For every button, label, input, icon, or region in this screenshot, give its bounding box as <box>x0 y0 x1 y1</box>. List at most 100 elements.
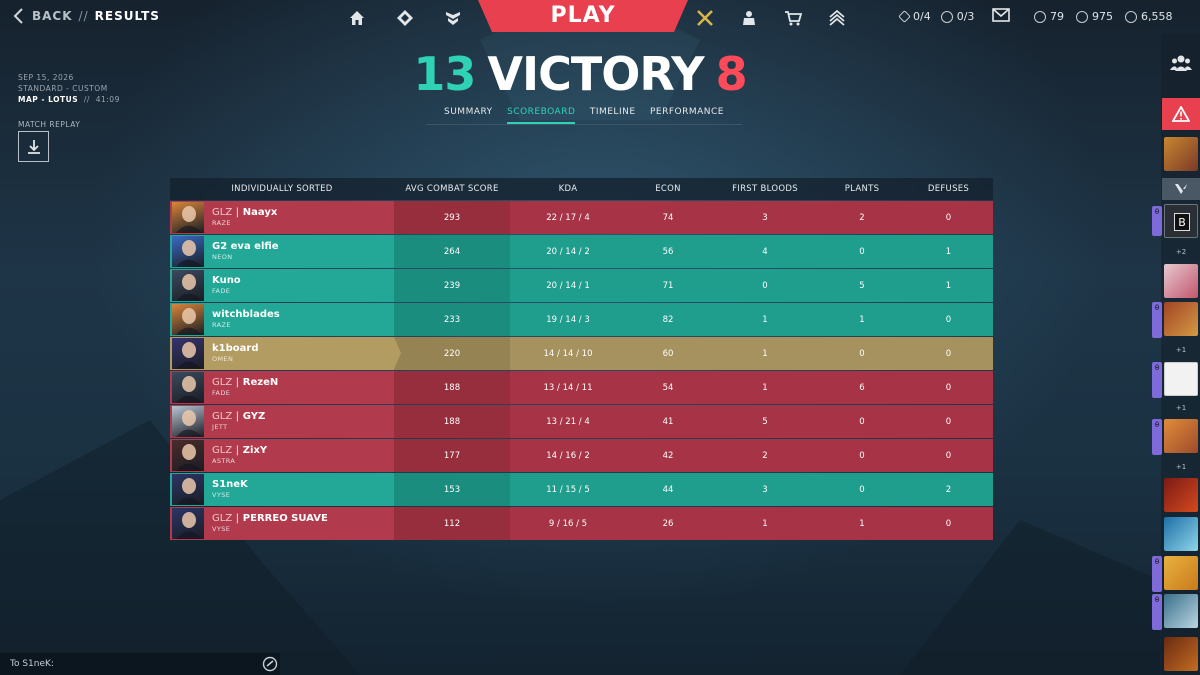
self-indicator <box>394 337 401 369</box>
mail-icon[interactable] <box>992 8 1010 22</box>
friend-avatar[interactable] <box>1164 556 1198 590</box>
player-team-tag: GLZ <box>212 411 233 422</box>
tab-performance[interactable]: PERFORMANCE <box>650 107 724 124</box>
rank-icon[interactable] <box>820 6 854 30</box>
tab-scoreboard[interactable]: SCOREBOARD <box>507 107 576 124</box>
home-icon[interactable] <box>340 6 374 30</box>
tab-timeline[interactable]: TIMELINE <box>590 107 636 124</box>
chat-input[interactable]: To S1neK: <box>0 653 280 675</box>
battlepass-icon[interactable] <box>688 6 722 30</box>
player-cell: GLZ | GYZ JETT <box>170 405 394 438</box>
defuses-value: 1 <box>945 246 952 257</box>
header-plants[interactable]: PLANTS <box>820 184 904 194</box>
plants-value: 1 <box>859 314 865 325</box>
warning-button[interactable] <box>1162 98 1200 130</box>
friend-avatar[interactable] <box>1164 302 1198 336</box>
player-cell: GLZ | Naayx RAZE <box>170 201 394 234</box>
download-replay-button[interactable] <box>18 131 49 162</box>
plus-circle-icon <box>940 10 953 23</box>
agent-name: RAZE <box>212 321 231 329</box>
acs-value: 188 <box>394 371 510 404</box>
player-name-line: witchblades <box>212 309 280 321</box>
player-info: GLZ | Naayx RAZE <box>212 207 277 228</box>
player-name: Kuno <box>212 275 241 286</box>
collection-icon[interactable] <box>436 6 470 30</box>
friend-avatar[interactable] <box>1164 594 1198 628</box>
play-button[interactable]: PLAY <box>478 0 688 34</box>
player-name: Naayx <box>242 207 278 218</box>
match-result: VICTORY <box>487 47 704 101</box>
agent-portrait <box>172 202 204 233</box>
friends-button[interactable] <box>1162 44 1200 82</box>
kda-value: 14 / 14 / 10 <box>543 348 593 359</box>
header-econ[interactable]: ECON <box>626 184 710 194</box>
result-tabs: SUMMARY SCOREBOARD TIMELINE PERFORMANCE <box>426 107 742 125</box>
player-name-line: GLZ | PERREO SUAVE <box>212 513 328 525</box>
plants-value: 0 <box>859 348 865 359</box>
agent-portrait <box>172 270 204 301</box>
rp-balance: 975 <box>1076 10 1113 23</box>
econ-value: 54 <box>662 382 674 393</box>
back-button[interactable]: BACK // RESULTS <box>12 8 160 24</box>
table-row[interactable]: GLZ | GYZ JETT 188 13 / 21 / 4 41 5 0 0 <box>170 405 993 438</box>
chat-channel-icon[interactable] <box>262 656 278 672</box>
header-kda[interactable]: KDA <box>510 184 626 194</box>
table-row[interactable]: GLZ | ZixY ASTRA 177 14 / 16 / 2 42 2 0 … <box>170 439 993 472</box>
table-row[interactable]: Kuno FADE 239 20 / 14 / 1 71 0 5 1 <box>170 269 993 302</box>
first-bloods-value: 4 <box>762 246 768 257</box>
header-first-bloods[interactable]: FIRST BLOODS <box>710 184 820 194</box>
store-icon[interactable] <box>776 6 810 30</box>
agent-name: NEON <box>212 253 233 261</box>
friend-avatar[interactable]: B <box>1164 204 1198 238</box>
tab-summary[interactable]: SUMMARY <box>444 107 493 124</box>
player-cell: S1neK VYSE <box>170 473 394 506</box>
radianite-counter[interactable]: 0/3 <box>940 10 974 23</box>
match-replay-label: MATCH REPLAY <box>18 120 81 129</box>
friend-avatar[interactable] <box>1164 637 1198 671</box>
econ-value: 42 <box>662 450 674 461</box>
friend-avatar[interactable] <box>1164 264 1198 298</box>
friend-avatar[interactable] <box>1164 419 1198 453</box>
chat-placeholder: To S1neK: <box>10 659 54 669</box>
agent-portrait <box>172 406 204 437</box>
plants-value: 0 <box>859 484 865 495</box>
premier-icon[interactable] <box>732 6 766 30</box>
friend-avatar[interactable] <box>1164 362 1198 396</box>
header-sort[interactable]: INDIVIDUALLY SORTED <box>170 184 394 194</box>
rp-value: 975 <box>1092 10 1113 23</box>
kda-value: 13 / 21 / 4 <box>546 416 590 427</box>
kingdom-counter[interactable]: 0/4 <box>898 10 931 23</box>
player-info: S1neK VYSE <box>212 479 248 500</box>
table-row[interactable]: S1neK VYSE 153 11 / 15 / 5 44 3 0 2 <box>170 473 993 506</box>
defuses-value: 0 <box>945 212 952 223</box>
friend-avatar[interactable] <box>1164 137 1198 171</box>
player-name: k1board <box>212 343 259 354</box>
player-name: PERREO SUAVE <box>242 513 328 524</box>
table-row[interactable]: GLZ | Naayx RAZE 293 22 / 17 / 4 74 3 2 … <box>170 201 993 234</box>
header-acs[interactable]: AVG COMBAT SCORE <box>394 184 510 194</box>
first-bloods-value: 1 <box>762 314 768 325</box>
player-team-tag: GLZ <box>212 207 233 218</box>
table-row[interactable]: k1board OMEN 220 14 / 14 / 10 60 1 0 0 <box>170 337 993 370</box>
table-row[interactable]: witchblades RAZE 233 19 / 14 / 3 82 1 1 … <box>170 303 993 336</box>
acs-value: 264 <box>394 235 510 268</box>
friend-avatar[interactable] <box>1164 517 1198 551</box>
player-name: RezeN <box>242 377 279 388</box>
player-tag-divider: | <box>232 411 243 422</box>
kingdom-counter-value: 0/4 <box>913 10 931 23</box>
econ-value: 71 <box>662 280 674 291</box>
table-row[interactable]: GLZ | PERREO SUAVE VYSE 112 9 / 16 / 5 2… <box>170 507 993 540</box>
econ-value: 74 <box>662 212 674 223</box>
vp-balance: 79 <box>1034 10 1064 23</box>
team-score: 13 <box>413 47 476 101</box>
first-bloods-value: 1 <box>762 348 768 359</box>
header-defuses[interactable]: DEFUSES <box>904 184 993 194</box>
table-row[interactable]: G2 eva elfie NEON 264 20 / 14 / 2 56 4 0… <box>170 235 993 268</box>
table-row[interactable]: GLZ | RezeN FADE 188 13 / 14 / 11 54 1 6… <box>170 371 993 404</box>
people-icon <box>1170 55 1192 71</box>
player-tag-divider: | <box>232 513 243 524</box>
wallet[interactable]: 79 975 6,558 <box>1034 10 1173 23</box>
player-info: k1board OMEN <box>212 343 258 364</box>
agents-icon[interactable] <box>388 6 422 30</box>
friend-avatar[interactable] <box>1164 478 1198 512</box>
